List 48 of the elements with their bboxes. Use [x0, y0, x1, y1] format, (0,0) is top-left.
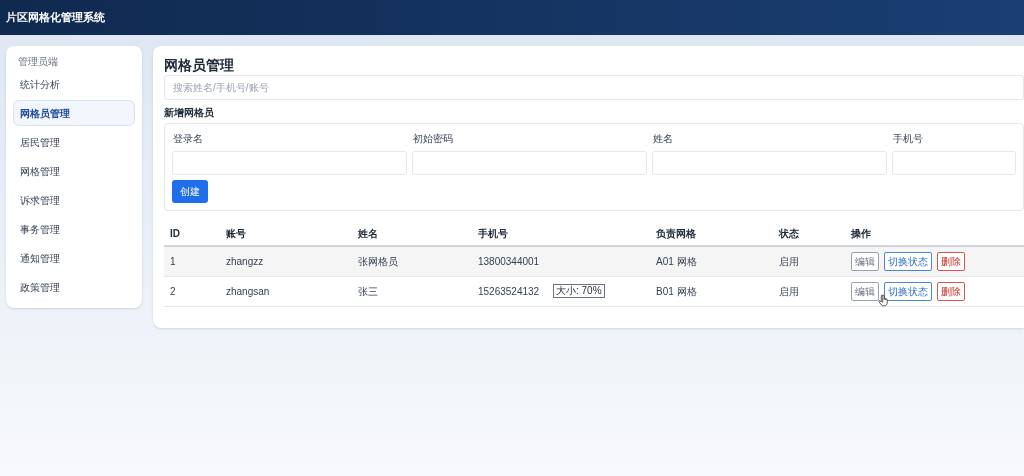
page-title: 网格员管理	[164, 56, 235, 74]
table-cell: B01 网格	[656, 286, 697, 297]
sidebar-item[interactable]: 网格管理	[13, 158, 135, 184]
edit-button[interactable]: 编辑	[851, 252, 879, 271]
app-title: 片区网格化管理系统	[6, 10, 105, 26]
input-field[interactable]	[172, 151, 407, 175]
sidebar-heading: 管理员端	[17, 55, 59, 69]
table-cell: 张三	[358, 286, 378, 297]
field-label: 手机号	[892, 132, 924, 146]
create-button[interactable]: 创建	[172, 180, 208, 203]
table-cell: 启用	[779, 256, 799, 267]
toggle-status-button[interactable]: 切换状态	[884, 282, 932, 301]
sidebar-item[interactable]: 诉求管理	[13, 187, 135, 213]
table-cell: 13800344001	[478, 256, 540, 267]
search-field[interactable]: 搜索姓名/手机号/账号	[164, 75, 1024, 100]
table-cell: A01 网格	[656, 256, 697, 267]
input-field[interactable]	[892, 151, 1016, 175]
column-header: 状态	[779, 228, 799, 239]
form-title: 新增网格员	[164, 106, 215, 120]
delete-button[interactable]: 删除	[937, 252, 965, 271]
sidebar-item[interactable]: 统计分析	[13, 71, 135, 97]
column-header: 手机号	[478, 228, 508, 239]
table-cell: zhangsan	[226, 286, 270, 297]
column-header: 操作	[851, 228, 871, 239]
edit-button[interactable]: 编辑	[851, 282, 879, 301]
sidebar-item[interactable]: 通知管理	[13, 245, 135, 271]
column-header: ID	[170, 228, 180, 239]
table-cell: 启用	[779, 286, 799, 297]
table-cell: 15263524132	[478, 286, 540, 297]
sidebar-item[interactable]: 网格员管理	[13, 100, 135, 126]
input-field[interactable]	[412, 151, 647, 175]
column-header: 账号	[226, 228, 246, 239]
column-header: 姓名	[358, 228, 378, 239]
table-cell: 2	[170, 286, 176, 297]
column-header: 负责网格	[656, 228, 696, 239]
field-label: 登录名	[172, 132, 204, 146]
delete-button[interactable]: 删除	[937, 282, 965, 301]
table-cell: 1	[170, 256, 176, 267]
tooltip: 大小: 70%	[553, 284, 605, 298]
input-field[interactable]	[652, 151, 887, 175]
toggle-status-button[interactable]: 切换状态	[884, 252, 932, 271]
field-label: 初始密码	[412, 132, 454, 146]
sidebar-item[interactable]: 居民管理	[13, 129, 135, 155]
field-label: 姓名	[652, 132, 674, 146]
sidebar-item[interactable]: 事务管理	[13, 216, 135, 242]
table-cell: zhangzz	[226, 256, 264, 267]
table-cell: 张网格员	[358, 256, 398, 267]
sidebar-item[interactable]: 政策管理	[13, 274, 135, 300]
